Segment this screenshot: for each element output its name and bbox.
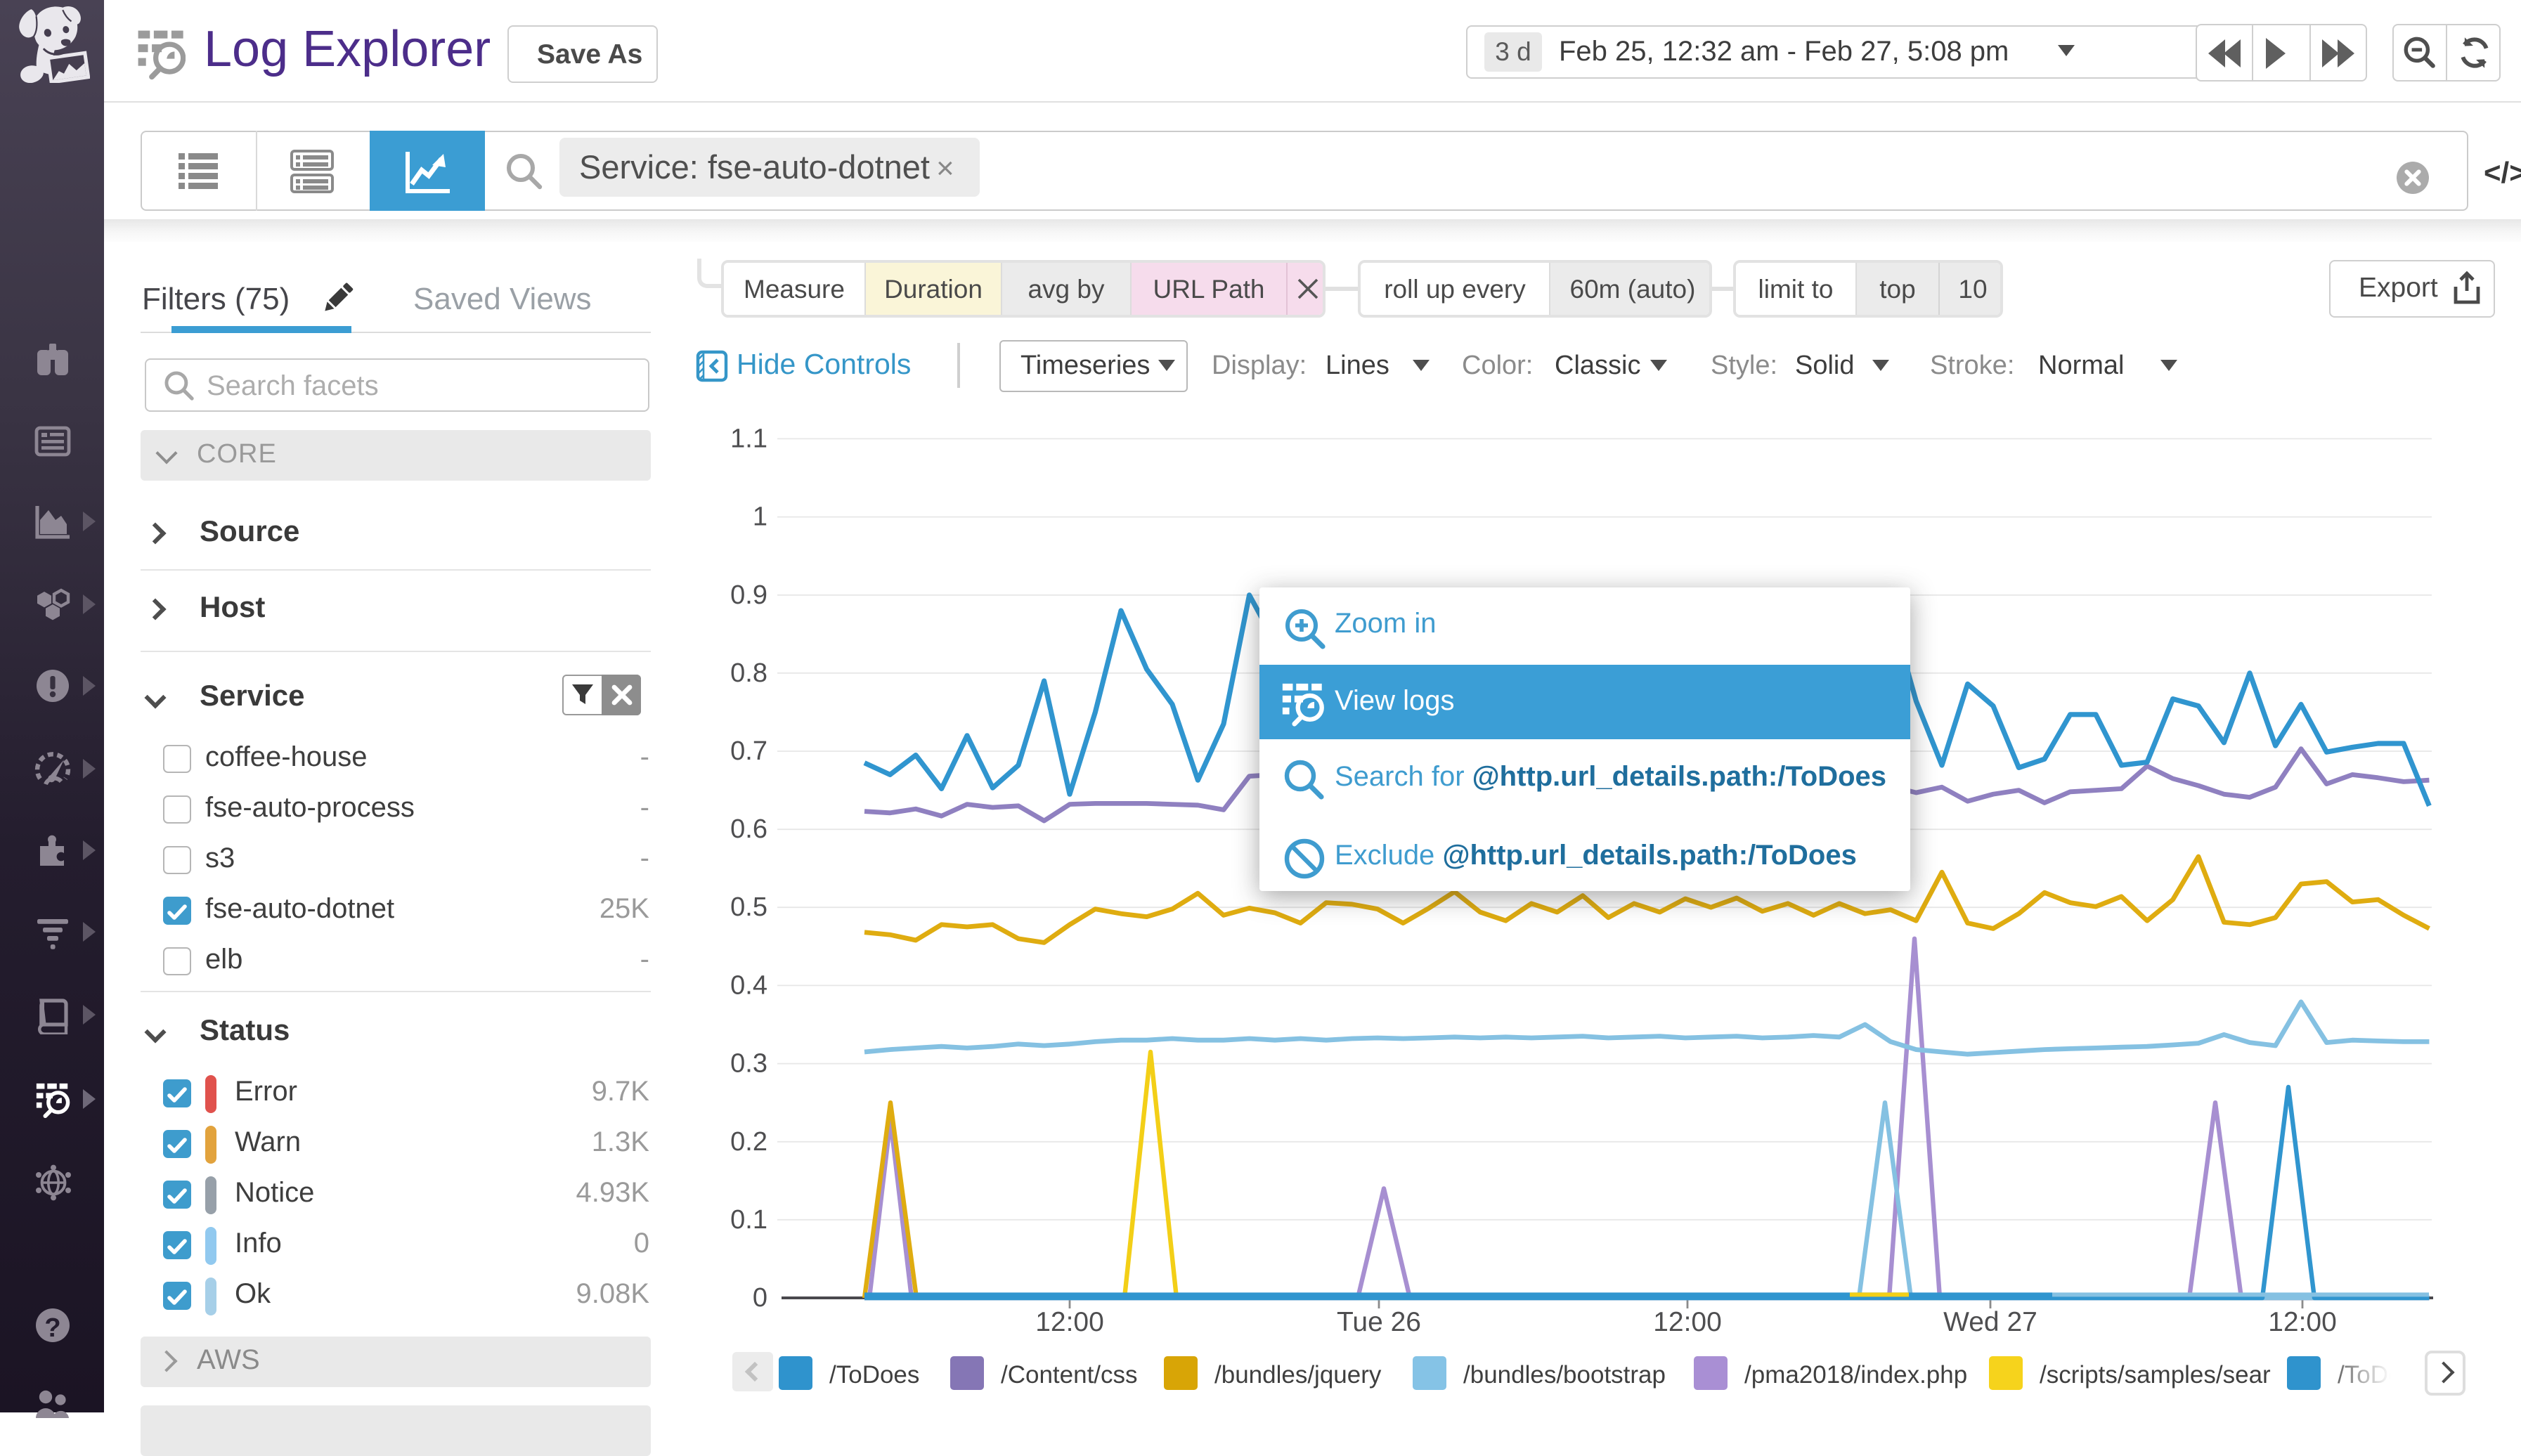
svg-text:1: 1 (753, 502, 767, 532)
svg-text:0.3: 0.3 (730, 1049, 767, 1079)
svg-text:0.8: 0.8 (730, 658, 767, 688)
svg-text:0: 0 (753, 1283, 767, 1313)
svg-text:0.4: 0.4 (730, 970, 767, 1000)
svg-text:0.6: 0.6 (730, 814, 767, 844)
svg-text:0.9: 0.9 (730, 580, 767, 610)
svg-text:0.7: 0.7 (730, 736, 767, 766)
svg-text:12:00: 12:00 (1035, 1307, 1104, 1337)
svg-text:0.2: 0.2 (730, 1127, 767, 1157)
svg-text:1.1: 1.1 (730, 424, 767, 453)
svg-text:12:00: 12:00 (2268, 1307, 2337, 1337)
svg-text:12:00: 12:00 (1653, 1307, 1722, 1337)
svg-text:0.1: 0.1 (730, 1205, 767, 1235)
svg-text:Tue 26: Tue 26 (1337, 1307, 1421, 1337)
svg-text:Wed 27: Wed 27 (1943, 1307, 2037, 1337)
svg-text:0.5: 0.5 (730, 892, 767, 922)
